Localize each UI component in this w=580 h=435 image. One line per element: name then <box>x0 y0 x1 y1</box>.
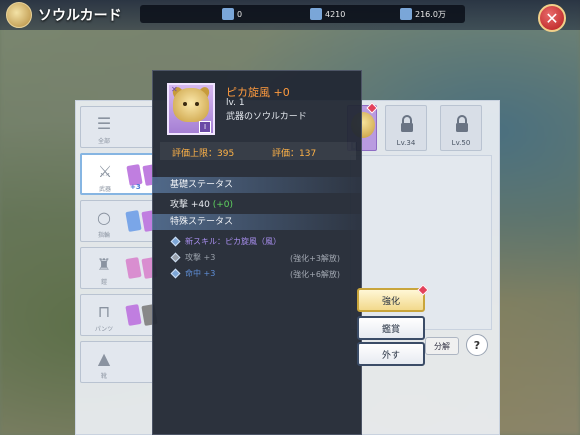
equipped-card <box>125 210 142 232</box>
top-bar: ソウルカード 0 4210 216.0万 ✕ <box>0 0 580 32</box>
unlock-note: (強化+3解放) <box>290 254 341 263</box>
equipped-card <box>125 257 142 279</box>
resource-bar: 0 4210 216.0万 <box>140 5 465 23</box>
basic-stat: 攻撃 +40 (+0) <box>170 200 234 210</box>
slot-armor[interactable]: ♜ 鎧 <box>80 247 158 289</box>
special-line-skill: 新スキル：ピカ旋風（風） <box>170 236 281 247</box>
coin-icon <box>222 8 234 20</box>
ring-icon: ○ <box>97 208 111 227</box>
locked-slot-lv34: Lv.34 <box>385 105 427 151</box>
appraise-button[interactable]: 鑑賞 <box>357 316 425 340</box>
page-title: ソウルカード <box>38 8 122 24</box>
character-face-icon <box>173 88 209 122</box>
slot-boots[interactable]: ▲ 靴 <box>80 341 155 383</box>
decompose-button[interactable]: 分解 <box>425 337 459 355</box>
list-icon: ☰ <box>96 114 112 133</box>
close-icon: ✕ <box>545 8 559 28</box>
close-button[interactable]: ✕ <box>538 4 566 32</box>
boots-icon: ▲ <box>97 349 111 368</box>
diamond-icon <box>170 268 181 279</box>
lock-icon <box>401 115 413 132</box>
rank-badge: I <box>199 121 211 133</box>
help-button[interactable]: ? <box>466 334 488 356</box>
card-level: lv. 1 <box>226 98 245 108</box>
type-icon: ✕ <box>171 85 178 94</box>
slot-ring[interactable]: ○ 指輪 <box>80 200 158 242</box>
eval-value: 評価：137 <box>272 149 317 159</box>
pants-icon: ⊓ <box>97 302 111 321</box>
enhance-button[interactable]: 強化 <box>357 288 425 312</box>
slot-weapon[interactable]: ⚔ 武器 +3 <box>80 153 159 195</box>
gem-icon <box>310 8 322 20</box>
resource-gem: 4210 <box>310 5 345 23</box>
slot-pants[interactable]: ⊓ パンツ <box>80 294 158 336</box>
unlock-note: (強化+6解放) <box>290 270 341 279</box>
locked-slot-lv50: Lv.50 <box>440 105 482 151</box>
diamond-icon <box>170 236 181 247</box>
remove-button[interactable]: 外す <box>357 342 425 366</box>
card-type: 武器のソウルカード <box>226 112 307 122</box>
special-line-attack: 攻撃 +3 <box>170 252 215 263</box>
armor-icon: ♜ <box>96 255 112 274</box>
resource-crystal: 216.0万 <box>400 5 446 23</box>
diamond-icon <box>170 252 181 263</box>
slot-all[interactable]: ☰ 全部 <box>80 106 155 148</box>
basic-status-header: 基礎ステータス <box>152 177 362 193</box>
eval-max: 評価上限：395 <box>172 149 235 159</box>
soul-card-icon <box>6 2 32 28</box>
sword-icon: ⚔ <box>97 162 113 181</box>
equipped-card <box>125 304 142 326</box>
crystal-icon <box>400 8 412 20</box>
special-line-accuracy: 命中 +3 <box>170 268 215 279</box>
resource-coin: 0 <box>222 5 242 23</box>
card-portrait: ✕ I <box>167 83 215 135</box>
special-status-header: 特殊ステータス <box>152 214 362 230</box>
lock-icon <box>456 115 468 132</box>
